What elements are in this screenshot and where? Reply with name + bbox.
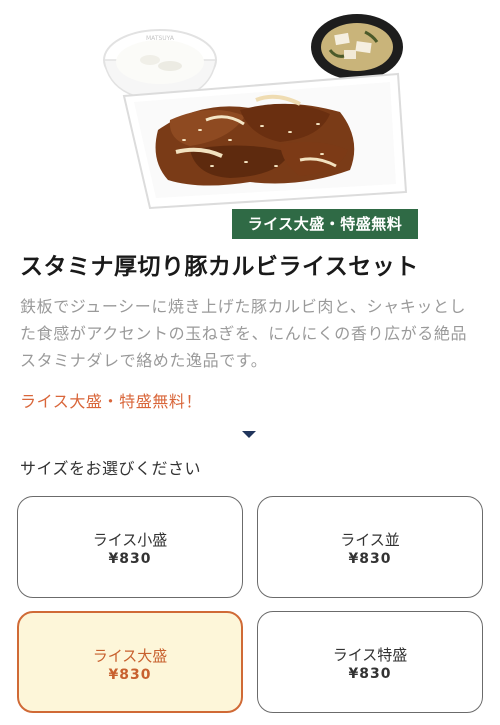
bowl-logo-text: MATSUYA	[146, 35, 175, 42]
size-option-regular[interactable]: ライス並 ¥830	[257, 496, 483, 598]
size-option-label: ライス特盛	[332, 646, 408, 664]
size-option-label: ライス並	[340, 531, 400, 549]
pork-plate-image	[122, 72, 408, 210]
size-option-small[interactable]: ライス小盛 ¥830	[17, 496, 243, 598]
size-option-extra-large[interactable]: ライス特盛 ¥830	[257, 611, 483, 713]
promo-text: ライス大盛・特盛無料！	[20, 392, 203, 411]
size-option-label: ライス小盛	[92, 531, 168, 549]
size-option-label: ライス大盛	[92, 647, 168, 665]
size-option-price: ¥830	[108, 667, 152, 683]
free-upsize-badge: ライス大盛・特盛無料	[232, 209, 418, 239]
size-option-large[interactable]: ライス大盛 ¥830	[17, 611, 243, 713]
size-option-price: ¥830	[108, 551, 152, 567]
product-title: スタミナ厚切り豚カルビライスセット	[20, 254, 419, 280]
product-description: 鉄板でジューシーに焼き上げた豚カルビ肉と、シャキッとした食感がアクセントの玉ねぎ…	[20, 297, 468, 370]
chevron-down-icon[interactable]	[242, 431, 256, 438]
size-select-heading: サイズをお選びください	[20, 459, 202, 478]
miso-soup-image	[311, 14, 403, 80]
product-image: MATSUYA	[0, 0, 500, 240]
size-option-price: ¥830	[348, 666, 392, 682]
size-option-price: ¥830	[348, 551, 392, 567]
